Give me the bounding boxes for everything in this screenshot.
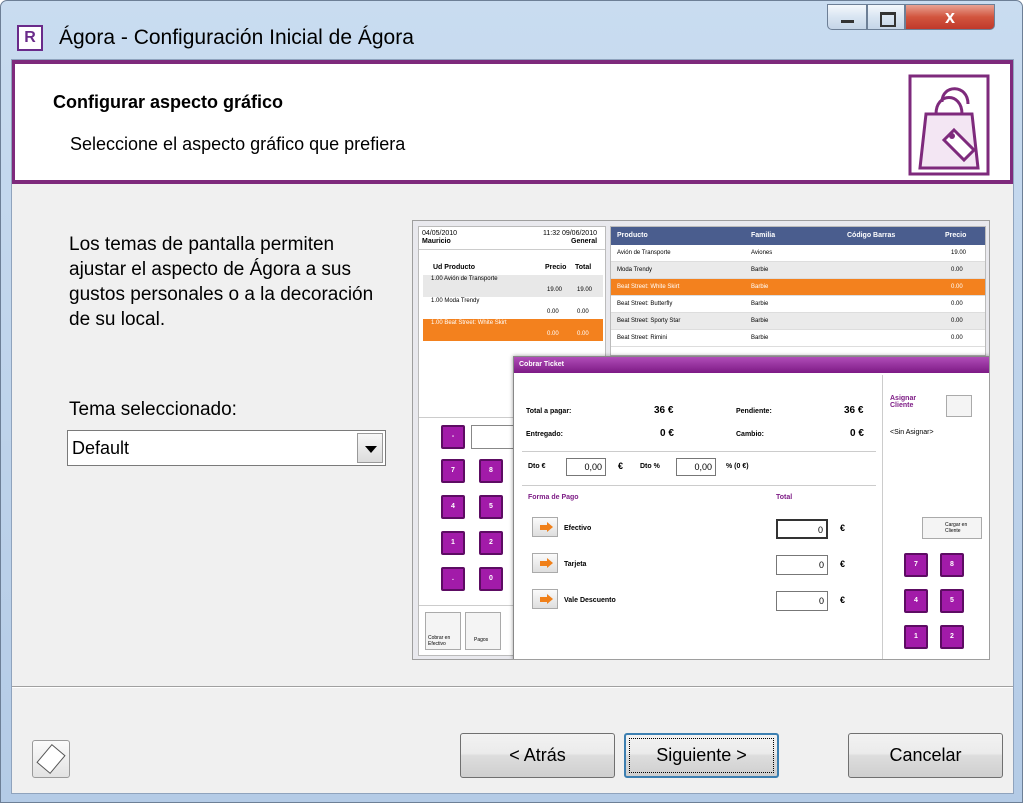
preview-key: 0 [479,567,503,591]
preview-pending-value: 36 € [844,405,864,416]
theme-description: Los temas de pantalla permiten ajustar e… [69,234,374,330]
preview-dialog-key: 4 [904,589,928,613]
preview-cash-button: Cobrar en Efectivo [425,612,461,650]
preview-payment-field: 0 [776,519,828,539]
preview-payment-name: Vale Descuento [564,597,616,604]
preview-user: Mauricio [422,238,451,245]
preview-product-row: Beat Street: Rimini Barbie 0.00 [611,330,985,347]
preview-key: 2 [479,531,503,555]
preview-time: 11:32 09/06/2010 [543,230,597,237]
dialog-window: R Ágora - Configuración Inicial de Ágora… [0,0,1023,803]
preview-product-list: Producto Familia Código Barras Precio Av… [610,226,986,356]
theme-select[interactable]: Default [67,430,386,466]
preview-total-value: 36 € [654,405,674,416]
theme-label: Tema seleccionado: [69,399,237,420]
preview-dialog-key: 8 [940,553,964,577]
preview-dialog-title: Cobrar Ticket [514,357,989,373]
preview-payment-name: Tarjeta [564,561,587,568]
preview-currency: € [618,461,624,471]
preview-change-label: Cambio: [736,431,764,438]
shopping-bag-icon [908,74,990,176]
theme-select-value: Default [72,438,130,458]
preview-key: 7 [441,459,465,483]
preview-payments-button: Pagos [465,612,501,650]
wizard-header: Configurar aspecto gráfico Seleccione el… [12,60,1013,184]
eraser-icon[interactable] [32,740,70,778]
preview-divider [419,249,605,250]
theme-preview-image: 04/05/2010 Mauricio 11:32 09/06/2010 Gen… [412,220,990,660]
close-icon: x [944,7,955,27]
next-button[interactable]: Siguiente > [624,733,779,778]
preview-key: . [441,567,465,591]
preview-dto-pct-label: Dto % [640,463,660,470]
preview-key: 8 [479,459,503,483]
preview-delivered-value: 0 € [660,428,674,439]
page-title: Configurar aspecto gráfico [53,92,284,112]
preview-change-value: 0 € [850,428,864,439]
preview-load-client-button: Cargar en Cliente [922,517,982,539]
preview-delivered-label: Entregado: [526,431,563,438]
preview-product-row-selected: Beat Street: White Skirt Barbie 0.00 [611,279,985,296]
arrow-right-icon [532,553,558,573]
close-button[interactable]: x [905,4,995,30]
footer-separator [12,686,1013,688]
preview-pending-label: Pendiente: [736,408,772,415]
arrow-right-icon [532,589,558,609]
preview-key: 5 [479,495,503,519]
preview-payment-field: 0 [776,591,828,611]
window-title: Ágora - Configuración Inicial de Ágora [59,26,414,49]
preview-no-client: <Sin Asignar> [890,429,934,436]
cancel-button[interactable]: Cancelar [848,733,1003,778]
preview-payment-header: Forma de Pago [528,494,579,501]
preview-product-row: Beat Street: Sporty Star Barbie 0.00 [611,313,985,330]
preview-product-row: Moda Trendy Barbie 0.00 [611,262,985,279]
preview-col-ud-producto: Ud Producto [433,264,475,271]
preview-dialog-key: 5 [940,589,964,613]
minimize-icon [828,5,866,29]
preview-dialog-key: 1 [904,625,928,649]
preview-key: 1 [441,531,465,555]
preview-dialog-key: 7 [904,553,928,577]
preview-dialog-key: 2 [940,625,964,649]
preview-dto-eur-label: Dto € [528,463,546,470]
preview-ticket-line: 1.00 Moda Trendy 0.00 0.00 [423,297,603,319]
preview-product-row: Beat Street: Butterfly Barbie 0.00 [611,296,985,313]
back-button[interactable]: < Atrás [460,733,615,778]
page-subtitle: Seleccione el aspecto gráfico que prefie… [70,134,406,154]
preview-product-row: Avión de Transporte Aviones 19.00 [611,245,985,262]
preview-mode: General [571,238,598,245]
preview-total-label: Total a pagar: [526,408,572,415]
preview-col-total: Total [575,264,592,271]
preview-payment-field: 0 [776,555,828,575]
title-bar[interactable]: R Ágora - Configuración Inicial de Ágora… [1,1,1022,59]
preview-assign-client: Asignar Cliente [890,395,917,409]
preview-date: 04/05/2010 [422,230,458,237]
preview-ticket-line: 1.00 Avión de Transporte 19.00 19.00 [423,275,603,297]
preview-dto-pct-field: 0,00 [676,458,716,476]
preview-pct-note: % (0 €) [726,463,749,470]
preview-col-precio: Precio [545,264,567,271]
preview-payment-name: Efectivo [564,525,592,532]
arrow-right-icon [532,517,558,537]
chevron-down-icon[interactable] [357,433,383,463]
preview-key: - [441,425,465,449]
preview-payment-dialog: Cobrar Ticket Total a pagar: 36 € Pendie… [513,356,989,659]
minimize-button[interactable] [827,4,867,30]
maximize-icon [868,5,904,29]
preview-key: 4 [441,495,465,519]
app-icon: R [17,25,43,51]
preview-client-button [946,395,972,417]
wizard-client-area: Configurar aspecto gráfico Seleccione el… [11,59,1014,794]
preview-payment-total-header: Total [776,494,793,501]
preview-product-header: Producto Familia Código Barras Precio [611,227,985,245]
preview-ticket-line-selected: 1.00 Beat Street: White Skirt 0.00 0.00 [423,319,603,341]
maximize-button[interactable] [867,4,905,30]
preview-dto-eur-field: 0,00 [566,458,606,476]
